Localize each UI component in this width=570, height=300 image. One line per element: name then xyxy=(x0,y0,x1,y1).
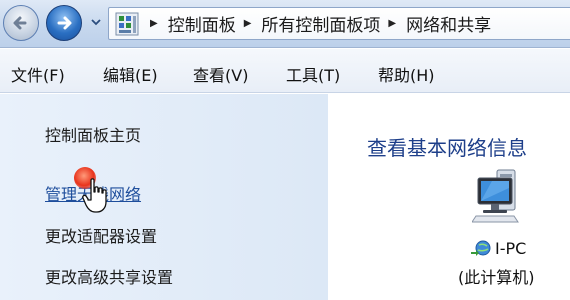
hand-pointer-icon xyxy=(82,178,107,213)
back-button[interactable] xyxy=(3,5,39,41)
breadcrumb-separator-icon[interactable]: ▶ xyxy=(388,18,396,29)
computer-subtitle: (此计算机) xyxy=(458,268,535,287)
task-pane: 控制面板主页 管理无线网络 更改适配器设置 更改高级共享设置 xyxy=(0,94,328,300)
this-computer-item[interactable]: I-PC xyxy=(470,238,526,258)
change-adapter-settings-link[interactable]: 更改适配器设置 xyxy=(45,223,157,247)
computer-name: I-PC xyxy=(495,238,527,258)
menu-bar: 文件(F) 编辑(E) 查看(V) 工具(T) 帮助(H) xyxy=(0,49,570,93)
menu-tools[interactable]: 工具(T) xyxy=(286,62,340,86)
breadcrumb-all-items[interactable]: 所有控制面板项 xyxy=(261,11,380,36)
menu-help[interactable]: 帮助(H) xyxy=(378,62,435,86)
breadcrumb-separator-icon[interactable]: ▶ xyxy=(244,18,252,29)
breadcrumb-separator-icon[interactable]: ▶ xyxy=(150,18,158,29)
network-globe-icon xyxy=(471,240,491,256)
menu-edit[interactable]: 编辑(E) xyxy=(103,62,158,86)
forward-button[interactable] xyxy=(46,5,82,41)
forward-arrow-icon xyxy=(57,16,72,30)
recent-pages-dropdown-icon[interactable] xyxy=(91,16,101,28)
change-advanced-sharing-link[interactable]: 更改高级共享设置 xyxy=(45,264,173,288)
menu-file[interactable]: 文件(F) xyxy=(11,62,65,86)
control-panel-home-link[interactable]: 控制面板主页 xyxy=(45,122,141,146)
address-bar[interactable]: ▶ 控制面板 ▶ 所有控制面板项 ▶ 网络和共享 xyxy=(108,7,570,40)
navigation-bar: ▶ 控制面板 ▶ 所有控制面板项 ▶ 网络和共享 xyxy=(0,0,570,48)
page-title: 查看基本网络信息 xyxy=(367,136,527,160)
menu-view[interactable]: 查看(V) xyxy=(193,62,248,86)
back-arrow-icon xyxy=(13,16,27,30)
control-panel-icon xyxy=(115,12,139,35)
breadcrumb-control-panel[interactable]: 控制面板 xyxy=(168,11,236,36)
computer-icon xyxy=(472,169,519,223)
breadcrumb-network-sharing[interactable]: 网络和共享 xyxy=(406,11,491,36)
